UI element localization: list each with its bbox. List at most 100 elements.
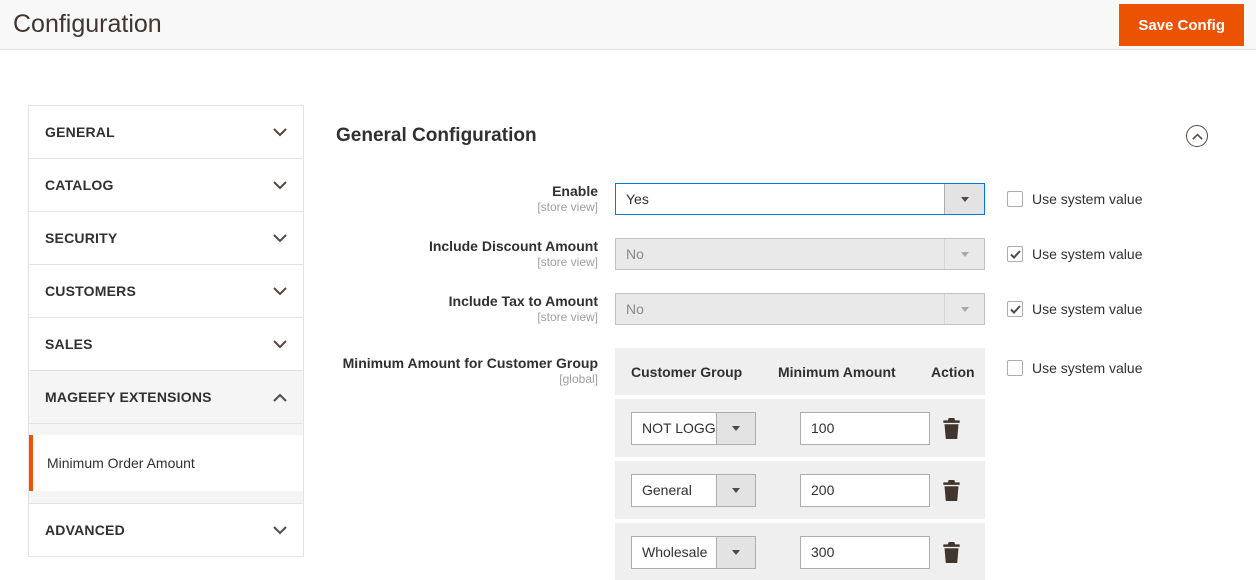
select-arrow-icon xyxy=(944,184,984,214)
field-row-enable: Enable [store view] Yes Use system value xyxy=(336,183,1208,215)
checkbox[interactable] xyxy=(1007,191,1023,207)
field-row-minimum-amount-for-customer-group: Minimum Amount for Customer Group [globa… xyxy=(336,348,1208,580)
select-value: NOT LOGG xyxy=(642,420,716,436)
checkbox[interactable] xyxy=(1007,360,1023,376)
submenu-spacer xyxy=(29,424,303,435)
select-value: Yes xyxy=(626,191,649,207)
field-scope-text: [store view] xyxy=(537,200,598,214)
minimum-amount-input[interactable] xyxy=(800,535,930,569)
sidebar-item-mageefy-extensions[interactable]: MAGEEFY EXTENSIONS xyxy=(28,370,304,424)
sidebar-item-label: GENERAL xyxy=(45,124,115,140)
sidebar-item-customers[interactable]: CUSTOMERS xyxy=(28,264,304,318)
minimum-amount-input[interactable] xyxy=(800,473,930,507)
chevron-up-icon xyxy=(273,393,287,402)
include-discount-amount-select: No xyxy=(615,238,985,270)
field-label: Include Discount Amount [store view] xyxy=(336,238,615,270)
config-sidebar: GENERAL CATALOG SECURITY CUSTOMERS SALES xyxy=(28,105,304,557)
chevron-down-icon xyxy=(273,233,287,243)
table-row: Wholesale xyxy=(615,523,985,580)
chevron-down-icon xyxy=(273,127,287,137)
table-cell-customer-group: Wholesale xyxy=(615,535,778,569)
sidebar-item-label: SECURITY xyxy=(45,230,118,246)
field-control: Customer Group Minimum Amount Action NOT… xyxy=(615,348,985,580)
table-row: NOT LOGG xyxy=(615,399,985,457)
table-cell-action xyxy=(931,541,985,563)
checkbox[interactable] xyxy=(1007,246,1023,262)
use-system-value-checkbox-include-tax[interactable]: Use system value xyxy=(1007,293,1142,325)
select-arrow-icon xyxy=(716,536,755,568)
field-label: Include Tax to Amount [store view] xyxy=(336,293,615,325)
customer-group-table-header: Customer Group Minimum Amount Action xyxy=(615,348,985,395)
sidebar-item-label: MAGEEFY EXTENSIONS xyxy=(45,389,212,405)
chevron-down-icon xyxy=(273,525,287,535)
sidebar-item-label: SALES xyxy=(45,336,93,352)
sidebar-item-advanced[interactable]: ADVANCED xyxy=(28,503,304,557)
field-label-text: Include Discount Amount xyxy=(428,238,598,254)
column-header-action: Action xyxy=(931,363,975,380)
customer-group-select[interactable]: NOT LOGG xyxy=(631,411,756,445)
sidebar-submenu: Minimum Order Amount xyxy=(28,424,304,504)
chevron-down-icon xyxy=(273,286,287,296)
use-system-value-checkbox-include-discount[interactable]: Use system value xyxy=(1007,238,1142,270)
section-title: General Configuration xyxy=(336,125,537,146)
field-control: No xyxy=(615,238,985,270)
customer-group-select[interactable]: Wholesale xyxy=(631,535,756,569)
checkbox[interactable] xyxy=(1007,301,1023,317)
sidebar-subitem-minimum-order-amount[interactable]: Minimum Order Amount xyxy=(29,435,303,491)
delete-row-button[interactable] xyxy=(942,417,961,439)
chevron-down-icon xyxy=(273,339,287,349)
table-cell-customer-group: NOT LOGG xyxy=(615,411,778,445)
select-arrow-icon xyxy=(944,294,984,324)
field-scope-text: [store view] xyxy=(537,255,598,269)
minimum-amount-input[interactable] xyxy=(800,411,930,445)
section-header: General Configuration xyxy=(336,125,1208,147)
customer-group-select[interactable]: General xyxy=(631,473,756,507)
select-value: General xyxy=(642,482,692,498)
trash-icon xyxy=(943,417,960,439)
chevron-down-icon xyxy=(273,180,287,190)
sidebar-item-sales[interactable]: SALES xyxy=(28,317,304,371)
table-cell-minimum-amount xyxy=(778,411,931,445)
use-system-value-label: Use system value xyxy=(1032,191,1143,207)
delete-row-button[interactable] xyxy=(942,479,961,501)
field-row-include-discount-amount: Include Discount Amount [store view] No … xyxy=(336,238,1208,270)
sidebar-item-security[interactable]: SECURITY xyxy=(28,211,304,265)
sidebar-item-general[interactable]: GENERAL xyxy=(28,105,304,159)
trash-icon xyxy=(943,541,960,563)
column-header-customer-group: Customer Group xyxy=(631,363,743,380)
sidebar-item-catalog[interactable]: CATALOG xyxy=(28,158,304,212)
include-tax-to-amount-select: No xyxy=(615,293,985,325)
config-main-panel: General Configuration Enable [store view… xyxy=(304,105,1244,580)
page-header: Configuration Save Config xyxy=(0,0,1256,50)
select-arrow-icon xyxy=(716,412,755,444)
sidebar-item-label: CATALOG xyxy=(45,177,114,193)
field-label-text: Minimum Amount for Customer Group xyxy=(342,355,598,371)
table-cell-action xyxy=(931,479,985,501)
sidebar-item-label: CUSTOMERS xyxy=(45,283,136,299)
use-system-value-label: Use system value xyxy=(1032,301,1143,317)
delete-row-button[interactable] xyxy=(942,541,961,563)
page-title: Configuration xyxy=(13,10,162,38)
select-value: No xyxy=(626,301,644,317)
table-cell-customer-group: General xyxy=(615,473,778,507)
table-cell-minimum-amount xyxy=(778,535,931,569)
field-label: Minimum Amount for Customer Group [globa… xyxy=(336,348,615,580)
use-system-value-checkbox-enable[interactable]: Use system value xyxy=(1007,183,1142,215)
enable-select[interactable]: Yes xyxy=(615,183,985,215)
table-cell-minimum-amount xyxy=(778,473,931,507)
field-row-include-tax-to-amount: Include Tax to Amount [store view] No Us… xyxy=(336,293,1208,325)
field-label: Enable [store view] xyxy=(336,183,615,215)
select-arrow-icon xyxy=(944,239,984,269)
sidebar-item-label: ADVANCED xyxy=(45,522,125,538)
field-label-text: Include Tax to Amount xyxy=(448,293,598,309)
table-cell-action xyxy=(931,417,985,439)
use-system-value-label: Use system value xyxy=(1032,360,1143,376)
page-content: GENERAL CATALOG SECURITY CUSTOMERS SALES xyxy=(0,50,1256,580)
field-control: Yes xyxy=(615,183,985,215)
trash-icon xyxy=(943,479,960,501)
save-config-button[interactable]: Save Config xyxy=(1119,4,1244,46)
collapse-section-icon[interactable] xyxy=(1186,125,1208,147)
customer-group-table: Customer Group Minimum Amount Action NOT… xyxy=(615,348,985,580)
field-control: No xyxy=(615,293,985,325)
use-system-value-checkbox-minimum-amount-group[interactable]: Use system value xyxy=(1007,348,1142,580)
